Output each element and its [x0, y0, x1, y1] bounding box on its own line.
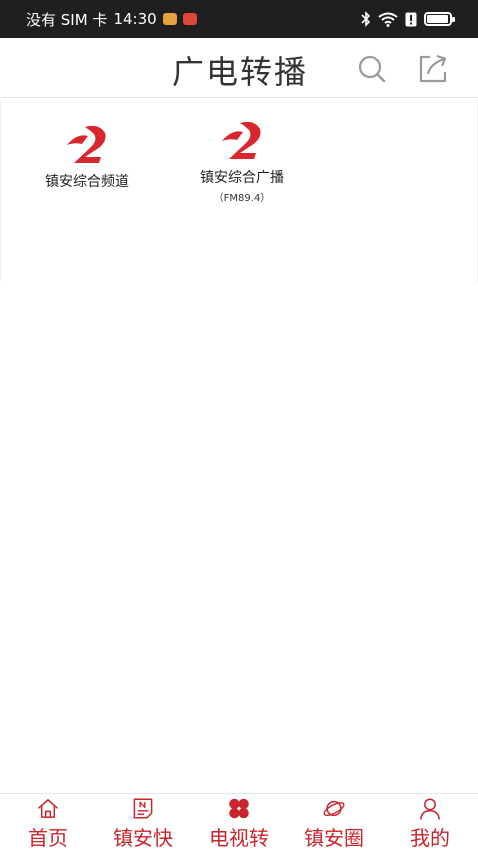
home-icon: [38, 799, 58, 818]
tab-label: 我的: [410, 826, 450, 850]
station-logo-icon: [222, 121, 261, 159]
status-bar: 没有 SIM 卡 14:30: [0, 0, 478, 38]
alert-icon: [405, 12, 417, 26]
channel-name: 镇安综合频道: [45, 174, 129, 190]
channel-grid: 镇安综合频道 镇安综合广播 （FM89.4）: [0, 99, 478, 281]
channel-frequency: （FM89.4）: [213, 193, 271, 204]
app-icon: [182, 13, 197, 25]
clock: 14:30: [113, 10, 157, 28]
tab-tv[interactable]: 电视转: [191, 794, 287, 850]
tab-circle[interactable]: 镇安圈: [286, 794, 382, 850]
weibo-icon: [162, 13, 177, 25]
tab-news[interactable]: 镇安快: [95, 794, 191, 850]
station-logo-icon: [67, 125, 106, 163]
page-title: 广电转播: [171, 53, 308, 91]
tab-label: 首页: [28, 826, 68, 850]
share-icon[interactable]: [416, 52, 450, 86]
clover-icon: [229, 798, 249, 819]
planet-icon: [323, 800, 345, 817]
tab-mine[interactable]: 我的: [382, 794, 478, 850]
bluetooth-icon: [361, 11, 371, 27]
tab-label: 镇安圈: [304, 826, 364, 850]
tab-label: 电视转: [209, 826, 269, 850]
channel-name: 镇安综合广播: [200, 170, 284, 186]
tab-label: 镇安快: [113, 826, 173, 850]
search-icon[interactable]: [356, 53, 388, 85]
tab-home[interactable]: 首页: [0, 794, 96, 850]
status-right: [361, 11, 455, 27]
carrier-text: 没有 SIM 卡: [26, 10, 108, 29]
battery-level: [427, 15, 448, 23]
channel-item[interactable]: 镇安综合广播 （FM89.4）: [184, 119, 300, 204]
status-left: 没有 SIM 卡 14:30: [26, 9, 197, 30]
tab-bar: 首页 镇安快 电视转 镇安圈 我的: [0, 793, 478, 850]
news-icon: [133, 798, 153, 819]
channel-item[interactable]: 镇安综合频道: [29, 123, 145, 191]
user-icon: [420, 798, 440, 820]
wifi-icon: [378, 12, 398, 27]
battery-icon: [424, 12, 455, 26]
header: 广电转播: [0, 38, 478, 98]
